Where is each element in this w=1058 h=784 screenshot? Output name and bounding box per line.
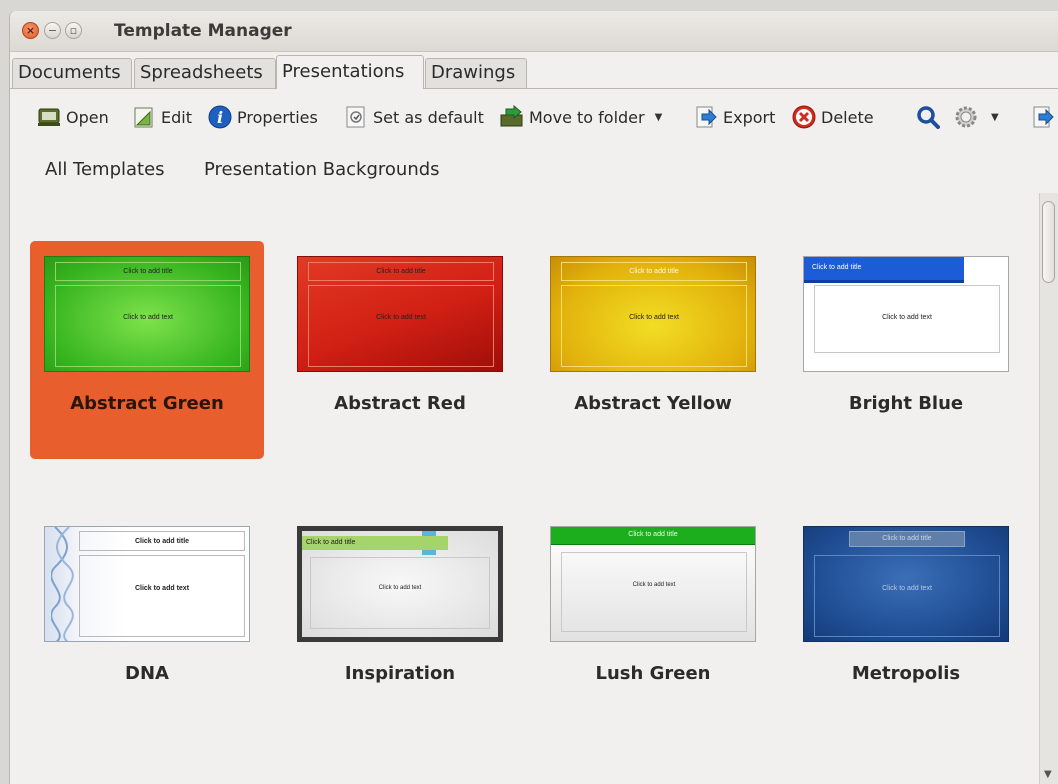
tab-spreadsheets[interactable]: Spreadsheets <box>134 58 276 88</box>
svg-text:i: i <box>217 108 223 127</box>
thumbnail-title-placeholder: Click to add title <box>849 531 965 547</box>
thumbnail-title-placeholder: Click to add title <box>308 262 494 281</box>
thumbnail-text-placeholder: Click to add text <box>310 557 490 629</box>
template-name: Abstract Green <box>70 393 224 414</box>
template-name: Inspiration <box>344 663 456 684</box>
open-label: Open <box>66 107 109 127</box>
template-thumbnail: Click to add title Click to add text <box>550 526 756 642</box>
tab-drawings[interactable]: Drawings <box>425 58 527 88</box>
template-item[interactable]: Click to add title Click to add text Bri… <box>789 241 1023 459</box>
template-item[interactable]: Click to add title Click to add text Lus… <box>536 511 770 729</box>
search-button[interactable] <box>916 103 945 131</box>
template-thumbnail: Click to add title Click to add text <box>297 256 503 372</box>
set-as-default-label: Set as default <box>373 107 484 127</box>
move-to-folder-dropdown-icon[interactable]: ▼ <box>655 112 663 123</box>
template-item[interactable]: Click to add title Click to add text Met… <box>789 511 1023 729</box>
minimize-icon[interactable]: − <box>44 22 61 39</box>
thumbnail-text-placeholder: Click to add text <box>814 555 1000 637</box>
thumbnail-text-placeholder: Click to add text <box>561 285 747 367</box>
thumbnail-title-placeholder: Click to add title <box>551 527 755 545</box>
folder-presentation-backgrounds[interactable]: Presentation Backgrounds <box>204 159 440 180</box>
settings-button[interactable]: ▼ <box>954 103 999 131</box>
properties-label: Properties <box>237 107 318 127</box>
template-item[interactable]: Click to add title Click to add text Abs… <box>30 241 264 459</box>
template-name: DNA <box>125 663 169 684</box>
vertical-scrollbar[interactable]: ▼ <box>1039 193 1058 784</box>
template-thumbnail: Click to add title Click to add text <box>44 256 250 372</box>
edit-icon <box>132 105 156 129</box>
scroll-down-icon[interactable]: ▼ <box>1044 769 1052 780</box>
toolbar: Open Edit i Properties Set as default Mo… <box>10 89 1058 143</box>
edit-label: Edit <box>161 107 192 127</box>
template-manager-window: × − ▫ Template Manager Documents Spreads… <box>10 11 1058 784</box>
tab-bar: Documents Spreadsheets Presentations Dra… <box>10 52 1058 89</box>
thumbnail-title-placeholder: Click to add title <box>302 536 448 550</box>
template-name: Abstract Yellow <box>574 393 732 414</box>
repository-icon <box>1032 105 1056 129</box>
template-thumbnail: Click to add title Click to add text <box>803 256 1009 372</box>
template-item[interactable]: Click to add title Click to add text Ins… <box>283 511 517 729</box>
tab-presentations[interactable]: Presentations <box>276 55 424 89</box>
dna-helix-decoration <box>51 527 74 641</box>
settings-icon <box>954 105 978 129</box>
title-bar: × − ▫ Template Manager <box>10 11 1058 52</box>
repository-button[interactable] <box>1032 103 1058 131</box>
export-label: Export <box>723 107 776 127</box>
thumbnail-text-placeholder: Click to add text <box>308 285 494 367</box>
delete-label: Delete <box>821 107 874 127</box>
thumbnail-text-placeholder: Click to add text <box>79 555 245 637</box>
thumbnail-text-placeholder: Click to add text <box>814 285 1000 353</box>
close-icon[interactable]: × <box>22 22 39 39</box>
template-thumbnail: Click to add title Click to add text <box>803 526 1009 642</box>
template-name: Bright Blue <box>848 393 964 414</box>
search-icon <box>916 105 940 129</box>
open-button[interactable]: Open <box>37 103 109 131</box>
thumbnail-title-placeholder: Click to add title <box>79 531 245 551</box>
properties-icon: i <box>208 105 232 129</box>
export-button[interactable]: Export <box>694 103 775 131</box>
edit-button[interactable]: Edit <box>132 103 192 131</box>
delete-button[interactable]: Delete <box>792 103 874 131</box>
thumbnail-text-placeholder: Click to add text <box>561 552 747 632</box>
folder-all-templates[interactable]: All Templates <box>45 159 165 180</box>
move-to-folder-button[interactable]: Move to folder ▼ <box>500 103 662 131</box>
template-grid: Click to add title Click to add text Abs… <box>10 193 1040 784</box>
thumbnail-text-placeholder: Click to add text <box>55 285 241 367</box>
tab-documents[interactable]: Documents <box>12 58 132 88</box>
maximize-icon[interactable]: ▫ <box>65 22 82 39</box>
folder-bar: All Templates Presentation Backgrounds <box>10 143 1058 193</box>
thumbnail-title-placeholder: Click to add title <box>55 262 241 281</box>
thumbnail-title-placeholder: Click to add title <box>561 262 747 281</box>
template-name: Metropolis <box>851 663 961 684</box>
template-item[interactable]: Click to add title Click to add text Abs… <box>283 241 517 459</box>
scrollbar-thumb[interactable] <box>1042 201 1055 283</box>
open-icon <box>37 105 61 129</box>
template-thumbnail: Click to add title Click to add text <box>44 526 250 642</box>
template-thumbnail: Click to add title Click to add text <box>297 526 503 642</box>
export-icon <box>694 105 718 129</box>
set-as-default-button[interactable]: Set as default <box>344 103 484 131</box>
template-item[interactable]: Click to add title Click to add text DNA <box>30 511 264 729</box>
window-title: Template Manager <box>114 21 292 41</box>
properties-button[interactable]: i Properties <box>208 103 318 131</box>
thumbnail-title-placeholder: Click to add title <box>804 257 964 283</box>
move-to-folder-icon <box>500 104 524 129</box>
settings-dropdown-icon[interactable]: ▼ <box>991 112 999 123</box>
delete-icon <box>792 105 816 129</box>
set-default-icon <box>344 105 368 129</box>
template-item[interactable]: Click to add title Click to add text Abs… <box>536 241 770 459</box>
template-name: Abstract Red <box>334 393 466 414</box>
template-thumbnail: Click to add title Click to add text <box>550 256 756 372</box>
template-name: Lush Green <box>595 663 711 684</box>
move-to-folder-label: Move to folder <box>529 107 645 127</box>
